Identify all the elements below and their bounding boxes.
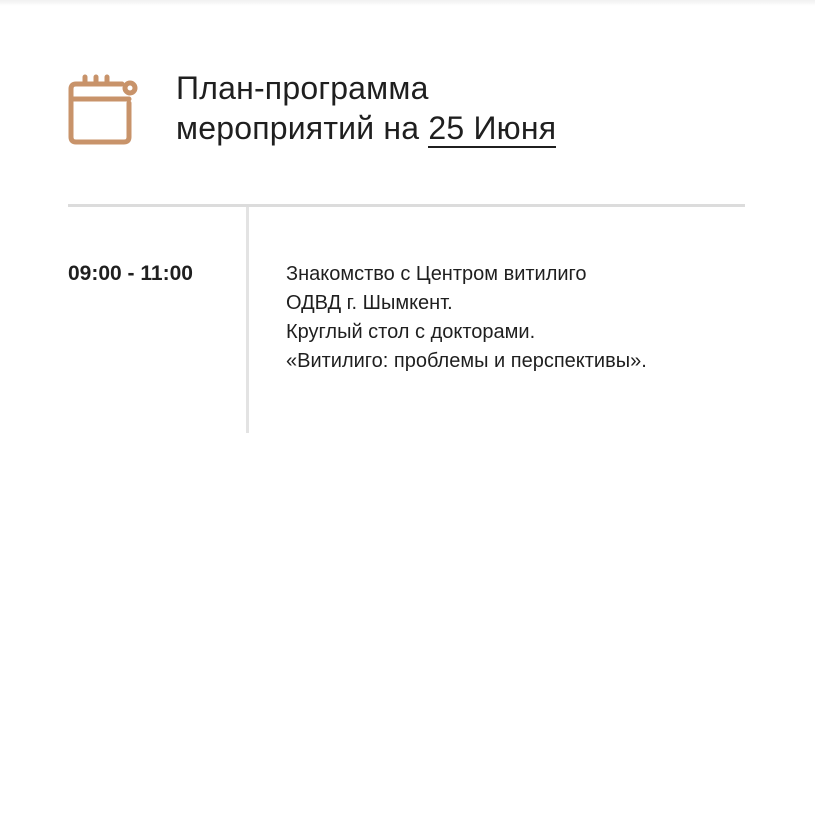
title-line-2-prefix: мероприятий на	[176, 110, 429, 146]
title-line-2: мероприятий на 25 Июня	[176, 108, 557, 148]
column-divider	[246, 207, 249, 433]
calendar-icon	[68, 72, 142, 146]
page-title: План-программа мероприятий на 25 Июня	[176, 68, 557, 148]
event-line: ОДВД г. Шымкент.	[286, 292, 453, 314]
event-line: Круглый стол с докторами.	[286, 321, 536, 343]
title-line-1: План-программа	[176, 70, 429, 106]
schedule-time: 09:00 - 11:00	[68, 262, 193, 285]
event-line: Знакомство с Центром витилиго	[286, 263, 587, 285]
schedule-event: Знакомство с Центром витилиго ОДВД г. Шы…	[286, 260, 756, 376]
event-line: «Витилиго: проблемы и перспективы».	[286, 350, 647, 372]
header-divider	[68, 204, 745, 207]
page-header: План-программа мероприятий на 25 Июня	[68, 68, 768, 158]
top-shadow	[0, 0, 815, 6]
title-date: 25 Июня	[428, 110, 557, 148]
